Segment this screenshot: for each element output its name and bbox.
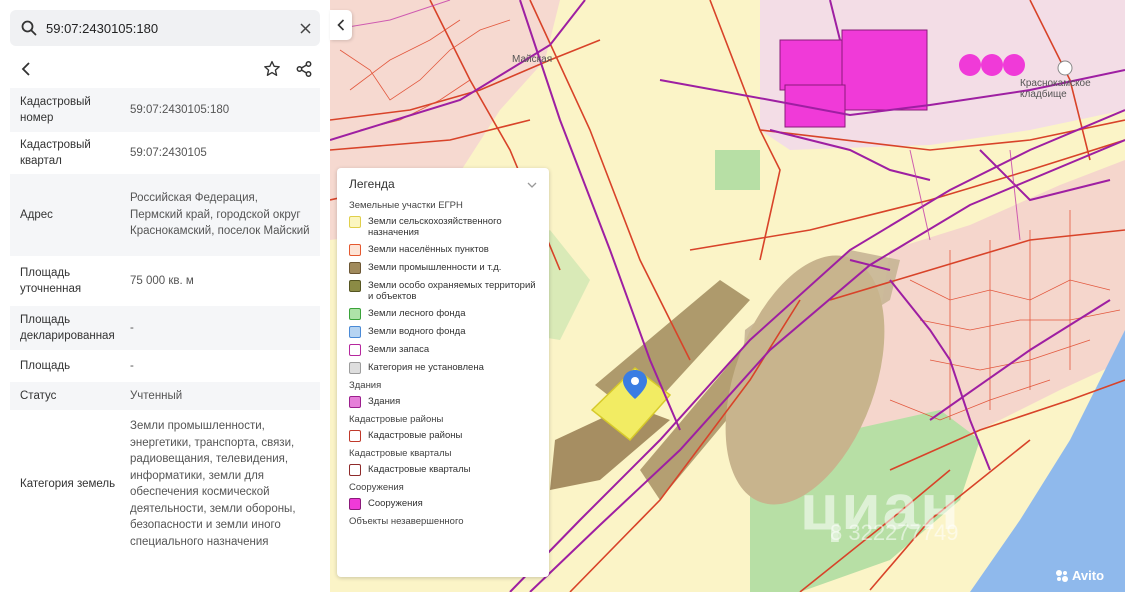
legend-item: Земли населённых пунктов [349,244,537,256]
prop-value: 75 000 кв. м [130,274,194,287]
avito-dots-icon [1055,569,1069,583]
legend-body: Земельные участки ЕГРН Земли сельскохозяй… [349,200,537,527]
legend-item: Земли сельскохозяйственного назначения [349,216,537,238]
legend-item-label: Земли лесного фонда [368,308,466,319]
legend-swatch [349,326,361,338]
legend-swatch [349,308,361,320]
legend-item-label: Земли запаса [368,344,430,355]
legend-swatch [349,244,361,256]
map-label-corner: Майская [512,54,553,65]
legend-item: Сооружения [349,498,537,510]
prop-key: Площадь декларированная [20,313,115,343]
back-icon[interactable] [10,53,42,85]
collapse-panel-button[interactable] [330,10,352,40]
legend-item: Земли промышленности и т.д. [349,262,537,274]
search-bar[interactable]: 59:07:2430105:180 [10,10,320,46]
legend-swatch [349,464,361,476]
prop-key: Площадь [20,359,71,372]
cemetery-icon [1057,60,1073,76]
chevron-left-icon [337,19,345,31]
legend-swatch [349,216,361,228]
legend-item: Земли лесного фонда [349,308,537,320]
legend-item: Кадастровые кварталы [349,464,537,476]
legend-item-label: Категория не установлена [368,362,484,373]
prop-row-land-category: Категория земель Земли промышленности, э… [10,410,320,558]
legend-item: Земли запаса [349,344,537,356]
close-icon[interactable] [290,10,320,46]
legend-swatch [349,396,361,408]
avito-logo: Avito [1055,568,1104,583]
prop-value: 59:07:2430105 [130,146,207,159]
chevron-down-icon[interactable] [527,177,537,191]
legend-item-label: Кадастровые районы [368,430,463,441]
prop-value: Земли промышленности, энергетики, трансп… [130,420,296,548]
legend-group-title: Кадастровые кварталы [349,448,452,459]
legend-item: Здания [349,396,537,408]
prop-key: Категория земель [20,477,116,490]
map-legend: Легенда Земельные участки ЕГРН Земли сель… [337,168,549,577]
watermark-phone: 8 322277749 [830,520,959,545]
legend-item-label: Здания [368,396,401,407]
prop-row-cadastral-number: Кадастровый номер 59:07:2430105:180 [10,88,320,132]
info-panel: 59:07:2430105:180 Кадастровый номер 59:0… [0,0,330,592]
legend-group-title: Сооружения [349,482,404,493]
legend-swatch [349,280,361,292]
legend-item: Кадастровые районы [349,430,537,442]
prop-row-area-refined: Площадь уточненная 75 000 кв. м [10,256,320,306]
prop-value: Учтенный [130,389,183,402]
legend-item-label: Земли водного фонда [368,326,466,337]
legend-swatch [349,430,361,442]
prop-row-cadastral-quarter: Кадастровый квартал 59:07:2430105 [10,132,320,174]
legend-item-label: Сооружения [368,498,423,509]
legend-item: Категория не установлена [349,362,537,374]
search-input[interactable]: 59:07:2430105:180 [44,21,290,36]
prop-row-area-declared: Площадь декларированная - [10,306,320,350]
prop-key: Статус [20,389,57,402]
legend-group-title: Земельные участки ЕГРН [349,200,463,211]
map-label-cemetery: Краснокамское кладбище [1020,78,1091,100]
avito-label: Avito [1072,568,1105,583]
legend-item-label: Земли населённых пунктов [368,244,489,255]
share-icon[interactable] [288,53,320,85]
legend-swatch [349,498,361,510]
prop-value: 59:07:2430105:180 [130,103,230,116]
legend-group-title: Объекты незавершенного [349,516,464,527]
prop-row-status: Статус Учтенный [10,382,320,410]
legend-item-label: Земли особо охраняемых территорий и объе… [368,280,536,302]
prop-value: Российская Федерация, Пермский край, гор… [130,192,310,238]
legend-item-label: Земли сельскохозяйственного назначения [368,216,502,238]
legend-item: Земли особо охраняемых территорий и объе… [349,280,537,302]
legend-group-title: Кадастровые районы [349,414,444,425]
prop-value: - [130,321,134,334]
prop-row-address: Адрес Российская Федерация, Пермский кра… [10,174,320,256]
legend-item-label: Земли промышленности и т.д. [368,262,502,273]
prop-key: Площадь уточненная [20,266,82,296]
legend-swatch [349,344,361,356]
star-icon[interactable] [256,53,288,85]
property-list: Кадастровый номер 59:07:2430105:180 Када… [10,88,320,558]
nav-row [10,52,320,86]
prop-row-area: Площадь - [10,350,320,382]
prop-key: Кадастровый квартал [20,138,91,168]
legend-swatch [349,262,361,274]
legend-swatch [349,362,361,374]
prop-key: Кадастровый номер [20,95,91,125]
legend-item: Земли водного фонда [349,326,537,338]
search-icon [14,10,44,46]
legend-item-label: Кадастровые кварталы [368,464,471,475]
legend-header[interactable]: Легенда [349,176,537,192]
prop-key: Адрес [20,208,53,221]
legend-title: Легенда [349,177,395,191]
legend-group-title: Здания [349,380,382,391]
prop-value: - [130,359,134,372]
